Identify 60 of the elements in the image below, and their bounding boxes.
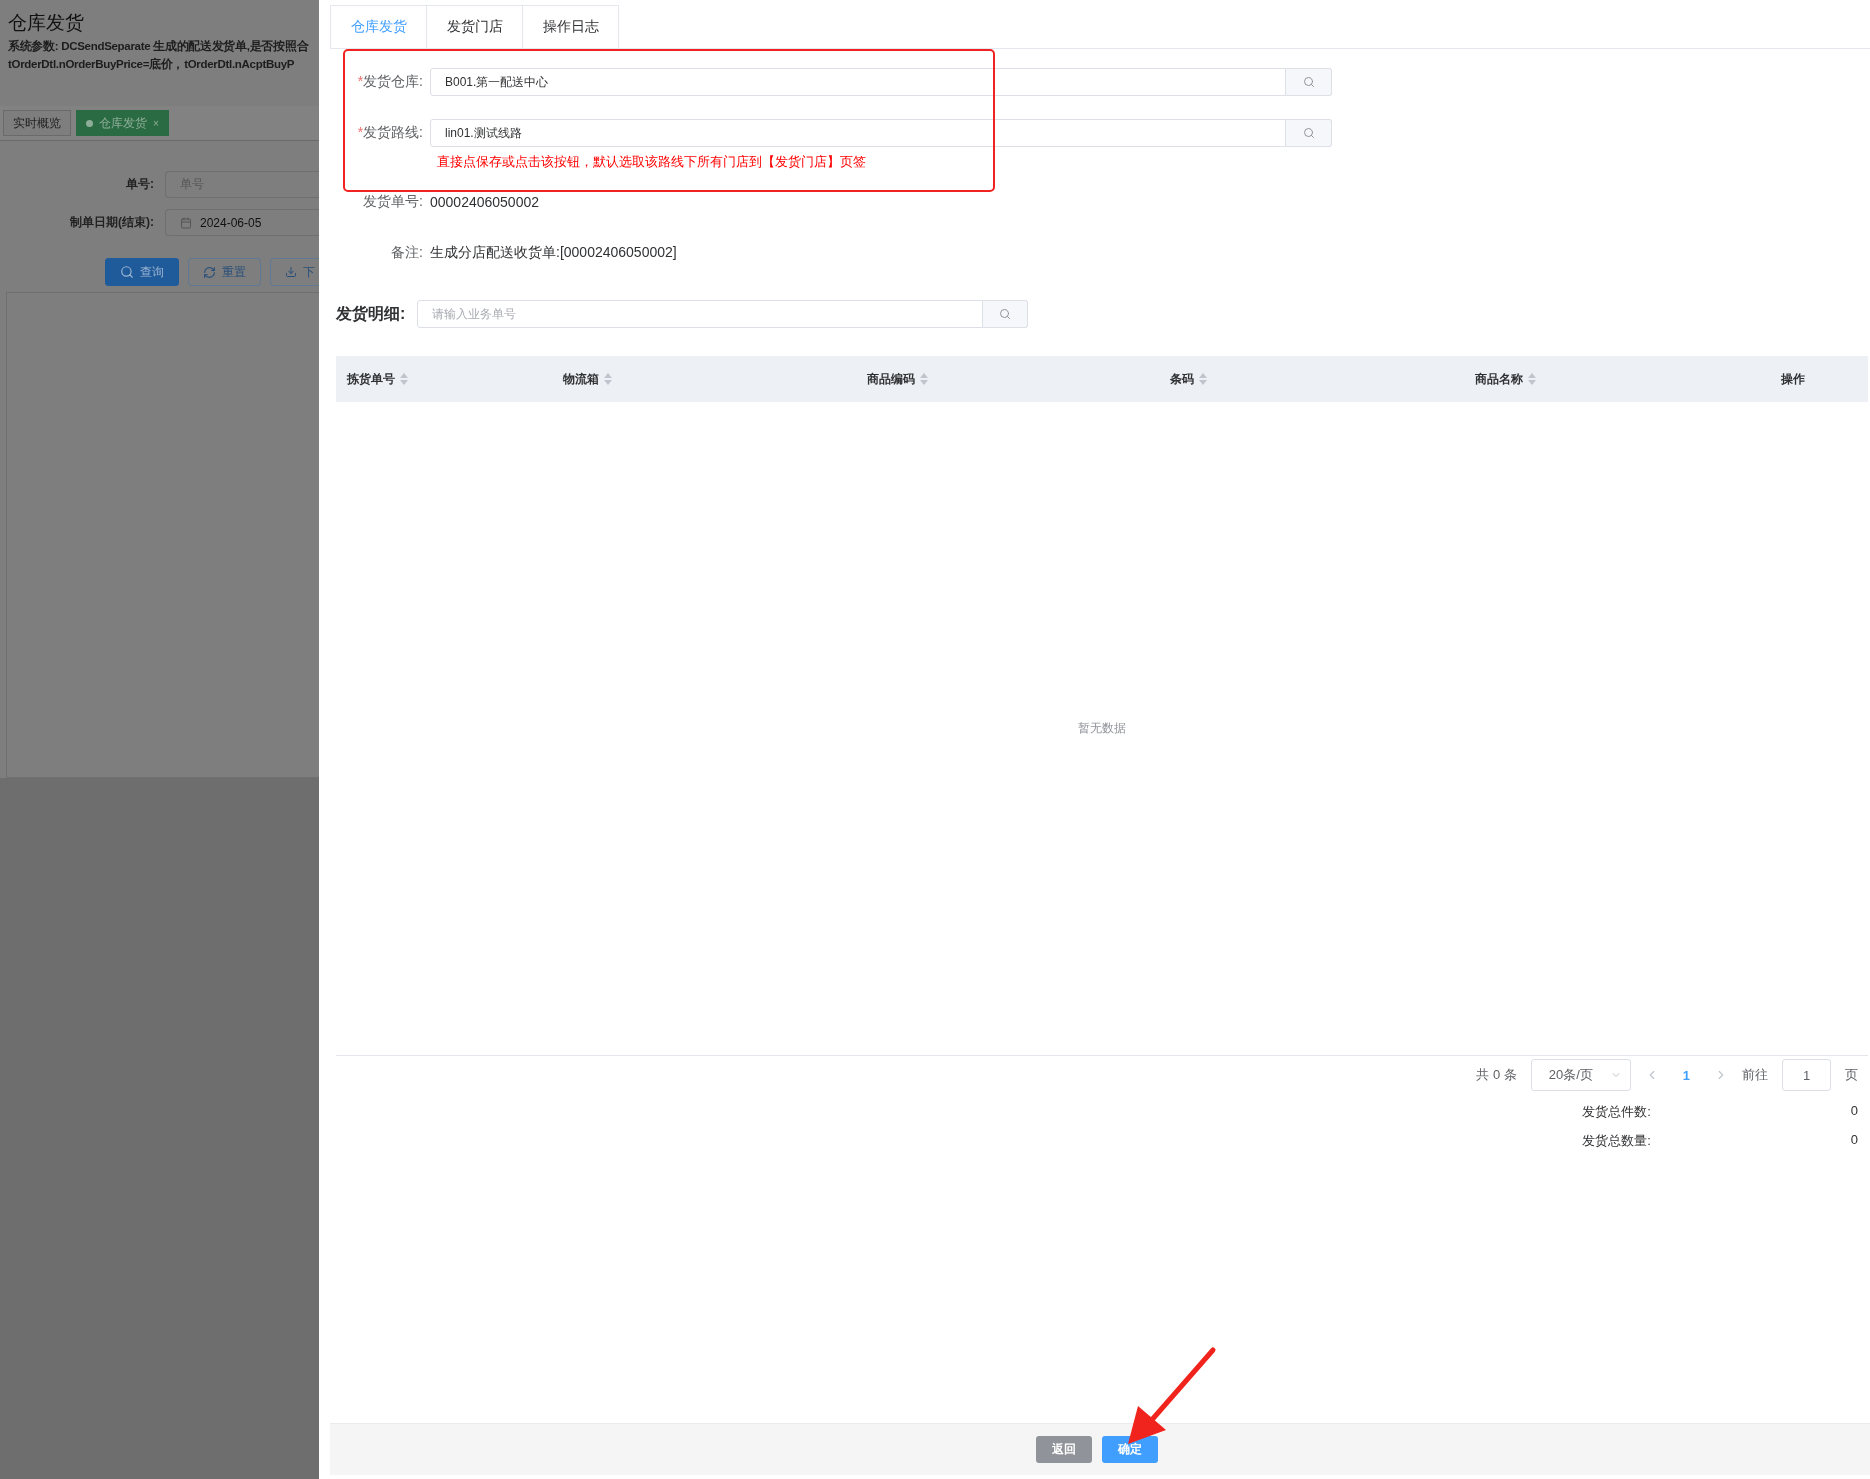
page-suffix: 页 [1845, 1066, 1858, 1084]
filter-label: 单号: [125, 176, 154, 193]
page-tab[interactable]: 仓库发货 × [76, 110, 169, 136]
footer-button[interactable]: 返回 [1036, 1436, 1092, 1463]
footer-button[interactable]: 确定 [1102, 1436, 1158, 1463]
input-field[interactable]: lin01.测试线路 [430, 119, 1286, 147]
page-number[interactable]: 1 [1672, 1067, 1700, 1083]
sort-icon[interactable] [400, 373, 408, 385]
status-dot-icon [86, 119, 93, 127]
total-count: 共 0 条 [1476, 1066, 1517, 1084]
search-icon [1302, 76, 1315, 88]
sort-icon[interactable] [1528, 373, 1536, 385]
download-icon [285, 266, 297, 278]
input-field[interactable]: B001.第一配送中心 [430, 68, 1286, 96]
column-header: 商品编码 [867, 370, 915, 388]
section-title: 发货明细: [336, 303, 407, 325]
system-note: tOrderDtl.nOrderBuyPrice=底价，tOrderDtl.nAcptBuyP [7, 56, 296, 72]
filter-label: 制单日期(结束): [69, 214, 154, 231]
search-button[interactable] [1286, 68, 1332, 96]
field-label: *发货仓库: [356, 73, 424, 91]
column-header: 条码 [1170, 370, 1194, 388]
filter-button[interactable]: 下 [270, 258, 319, 286]
refresh-icon [203, 265, 216, 279]
field-label: *发货路线: [356, 124, 424, 142]
search-icon [120, 265, 134, 279]
sort-icon[interactable] [920, 373, 928, 385]
filter-button[interactable]: 查询 [105, 258, 179, 286]
page-title: 仓库发货 [7, 11, 85, 35]
search-icon [999, 308, 1011, 320]
search-icon [1302, 127, 1315, 139]
filter-button[interactable]: 重置 [188, 258, 261, 286]
field-label: 备注: [390, 244, 424, 262]
calendar-icon [180, 216, 192, 229]
total-label: 发货总件数: [1581, 1103, 1651, 1121]
column-header: 操作 [1781, 370, 1805, 388]
column-header: 商品名称 [1475, 370, 1523, 388]
total-value: 0 [1850, 1103, 1858, 1120]
drawer-tab[interactable]: 操作日志 [522, 5, 619, 48]
column-header: 物流箱 [563, 370, 599, 388]
sort-icon[interactable] [604, 373, 612, 385]
page-tab[interactable]: 实时概览 [3, 110, 71, 136]
empty-text: 暂无数据 [1078, 720, 1126, 737]
field-value: 生成分店配送收货单:[00002406050002] [430, 244, 677, 262]
sort-icon[interactable] [1199, 373, 1207, 385]
drawer-tab[interactable]: 仓库发货 [330, 5, 427, 48]
hint-text: 直接点保存或点击该按钮，默认选取该路线下所有门店到【发货门店】页签 [437, 153, 867, 171]
close-icon[interactable]: × [153, 117, 159, 129]
search-button[interactable] [1286, 119, 1332, 147]
search-field[interactable]: 请输入业务单号 [417, 300, 983, 328]
total-value: 0 [1850, 1132, 1858, 1149]
page-size-select[interactable]: 20条/页 [1530, 1059, 1631, 1091]
system-note: 系统参数: DCSendSeparate 生成的配送发货单,是否按照合 [7, 38, 310, 54]
field-label: 发货单号: [362, 193, 424, 211]
field-value: 00002406050002 [430, 194, 539, 210]
goto-label: 前往 [1742, 1066, 1768, 1084]
total-label: 发货总数量: [1581, 1132, 1651, 1150]
column-header: 拣货单号 [347, 370, 395, 388]
page-input[interactable]: 1 [1782, 1059, 1831, 1091]
date-field[interactable]: 2024-06-05 [165, 209, 319, 236]
search-button[interactable] [983, 300, 1028, 328]
